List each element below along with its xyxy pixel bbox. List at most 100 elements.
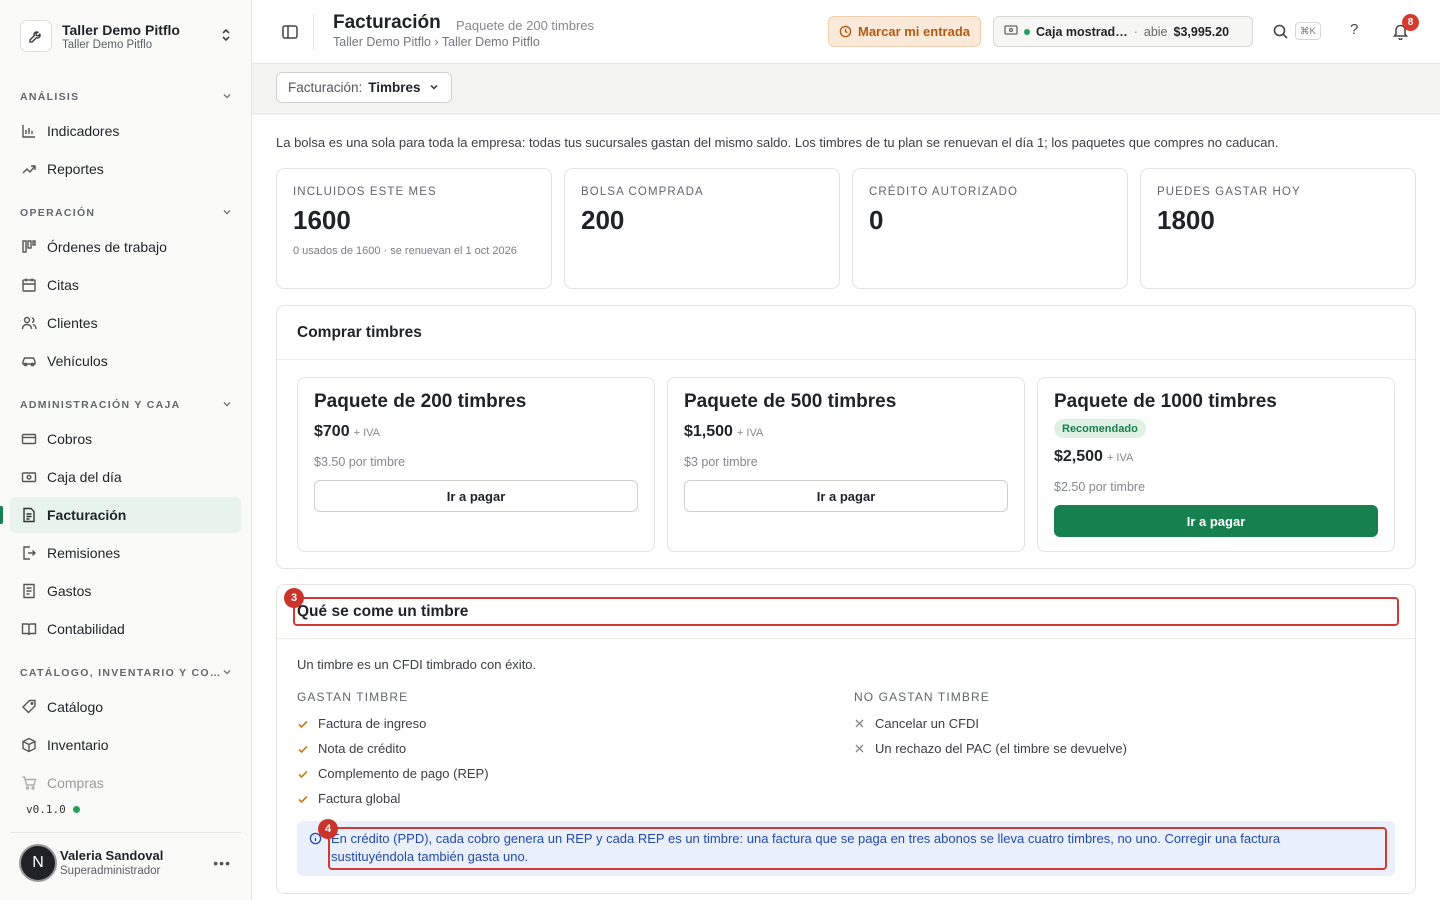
sidebar-item-label: Remisiones [47, 545, 121, 561]
stat-value: 1800 [1157, 205, 1215, 235]
list-item-text: Factura de ingreso [318, 716, 427, 731]
sidebar-item-reportes[interactable]: Reportes [10, 151, 241, 187]
mark-entry-button[interactable]: Marcar mi entrada [828, 16, 981, 47]
list-item-text: Factura global [318, 791, 401, 806]
sidebar-item-label: Gastos [47, 583, 92, 599]
sidebar-item-compras[interactable]: Compras [10, 765, 241, 801]
package-price: $1,500 + IVA [684, 423, 763, 441]
main-content: La bolsa es una sola para toda la empres… [252, 115, 1440, 900]
sidebar-item-gastos[interactable]: Gastos [10, 573, 241, 609]
chevron-down-icon [222, 667, 232, 680]
card-title: Comprar timbres [297, 324, 422, 341]
section-operacion[interactable]: OPERACIÓN [20, 203, 232, 223]
annotation-marker-4: 4 [318, 819, 338, 839]
pay-button[interactable]: Ir a pagar [684, 480, 1008, 512]
check-icon [297, 743, 311, 755]
chevron-down-icon [222, 91, 232, 104]
x-icon [854, 743, 868, 754]
stat-label: BOLSA COMPRADA [581, 186, 704, 198]
sidebar-item-inventario[interactable]: Inventario [10, 727, 241, 763]
divider [277, 638, 1415, 639]
users-icon [20, 315, 37, 332]
wrench-icon [20, 20, 52, 52]
top-header: Facturación Paquete de 200 timbres Talle… [252, 0, 1440, 64]
user-name: Valeria Sandoval [60, 848, 164, 863]
stat-label: CRÉDITO AUTORIZADO [869, 186, 1019, 198]
select-label: Facturación: [288, 80, 363, 95]
sidebar-item-contabilidad[interactable]: Contabilidad [10, 611, 241, 647]
list-item-text: Un rechazo del PAC (el timbre se devuelv… [875, 741, 1127, 756]
tax-label: + IVA [736, 427, 764, 439]
chevron-down-icon [222, 207, 232, 220]
package-card-500: Paquete de 500 timbres $1,500 + IVA $3 po… [667, 377, 1025, 552]
more-icon[interactable]: ••• [213, 855, 231, 871]
section-catalogo[interactable]: CATÁLOGO, INVENTARIO Y CO… [20, 663, 232, 683]
receipt-icon [20, 583, 37, 600]
notification-badge: 8 [1402, 14, 1419, 31]
org-subtitle: Taller Demo Pitflo [62, 38, 153, 51]
sidebar-item-catalogo[interactable]: Catálogo [10, 689, 241, 725]
version-text: v0.1.0 [26, 803, 66, 816]
package-price: $700 + IVA [314, 423, 380, 441]
divider [277, 359, 1415, 360]
user-menu[interactable]: N Valeria Sandoval Superadministrador ••… [10, 832, 241, 892]
recommended-badge: Recomendado [1054, 419, 1146, 438]
help-icon[interactable]: ? [1350, 21, 1358, 38]
sidebar: Taller Demo Pitflo Taller Demo Pitflo AN… [0, 0, 252, 900]
cart-icon [20, 775, 37, 792]
package-unit-price: $3.50 por timbre [314, 455, 406, 469]
stamp-usage-card: Qué se come un timbre 3 Un timbre es un … [276, 584, 1416, 894]
org-switcher[interactable]: Taller Demo Pitflo Taller Demo Pitflo [10, 10, 242, 62]
mark-entry-label: Marcar mi entrada [858, 24, 970, 39]
annotation-marker-3: 3 [284, 588, 304, 608]
annotation-box-3 [293, 597, 1399, 626]
sidebar-item-label: Inventario [47, 737, 109, 753]
list-item-text: Nota de crédito [318, 741, 407, 756]
box-icon [20, 737, 37, 754]
sidebar-toggle-icon[interactable] [281, 23, 299, 41]
cash-icon [1004, 24, 1018, 39]
stat-value: 200 [581, 205, 625, 235]
bar-chart-icon [20, 123, 37, 140]
avatar: N [19, 843, 57, 882]
trend-icon [20, 161, 37, 178]
list-item-text: Complemento de pago (REP) [318, 766, 489, 781]
sidebar-item-ordenes[interactable]: Órdenes de trabajo [10, 229, 241, 265]
explain-lead: Un timbre es un CFDI timbrado con éxito. [297, 657, 537, 672]
sidebar-item-cobros[interactable]: Cobros [10, 421, 241, 457]
register-separator: · [1133, 24, 1138, 39]
billing-section-select[interactable]: Facturación: Timbres [276, 72, 452, 103]
card-icon [20, 431, 37, 448]
pay-button[interactable]: Ir a pagar [314, 480, 638, 512]
list-item: Factura de ingreso [297, 716, 426, 731]
section-administracion[interactable]: ADMINISTRACIÓN Y CAJA [20, 395, 232, 415]
list-item-text: Cancelar un CFDI [875, 716, 980, 731]
sidebar-item-clientes[interactable]: Clientes [10, 305, 241, 341]
sidebar-item-label: Caja del día [47, 469, 122, 485]
chevron-down-icon [429, 80, 439, 95]
org-name: Taller Demo Pitflo [62, 21, 180, 38]
sidebar-item-indicadores[interactable]: Indicadores [10, 113, 241, 149]
price-value: $700 [314, 423, 350, 440]
pay-button[interactable]: Ir a pagar [1054, 505, 1378, 537]
sidebar-item-vehiculos[interactable]: Vehículos [10, 343, 241, 379]
sidebar-item-remisiones[interactable]: Remisiones [10, 535, 241, 571]
section-analisis[interactable]: ANÁLISIS [20, 87, 232, 107]
section-title: ADMINISTRACIÓN Y CAJA [20, 399, 181, 411]
breadcrumb[interactable]: Taller Demo Pitflo › Taller Demo Pitflo [333, 35, 540, 49]
sidebar-item-label: Indicadores [47, 123, 120, 139]
stat-label: PUEDES GASTAR HOY [1157, 186, 1301, 198]
kanban-icon [20, 239, 37, 256]
sidebar-item-facturacion[interactable]: Facturación [10, 497, 241, 533]
package-card-1000: Paquete de 1000 timbres Recomendado $2,5… [1037, 377, 1395, 552]
chevron-updown-icon [220, 28, 232, 45]
sidebar-item-citas[interactable]: Citas [10, 267, 241, 303]
status-dot [72, 806, 80, 813]
calendar-icon [20, 277, 37, 294]
section-title: OPERACIÓN [20, 207, 96, 219]
info-callout: En crédito (PPD), cada cobro genera un R… [297, 819, 1395, 876]
cash-register-selector[interactable]: Caja mostrad… · abie $3,995.20 [993, 16, 1253, 47]
search-icon[interactable] [1272, 23, 1289, 43]
sidebar-item-caja[interactable]: Caja del día [10, 459, 241, 495]
annotation-box-4 [328, 827, 1387, 870]
